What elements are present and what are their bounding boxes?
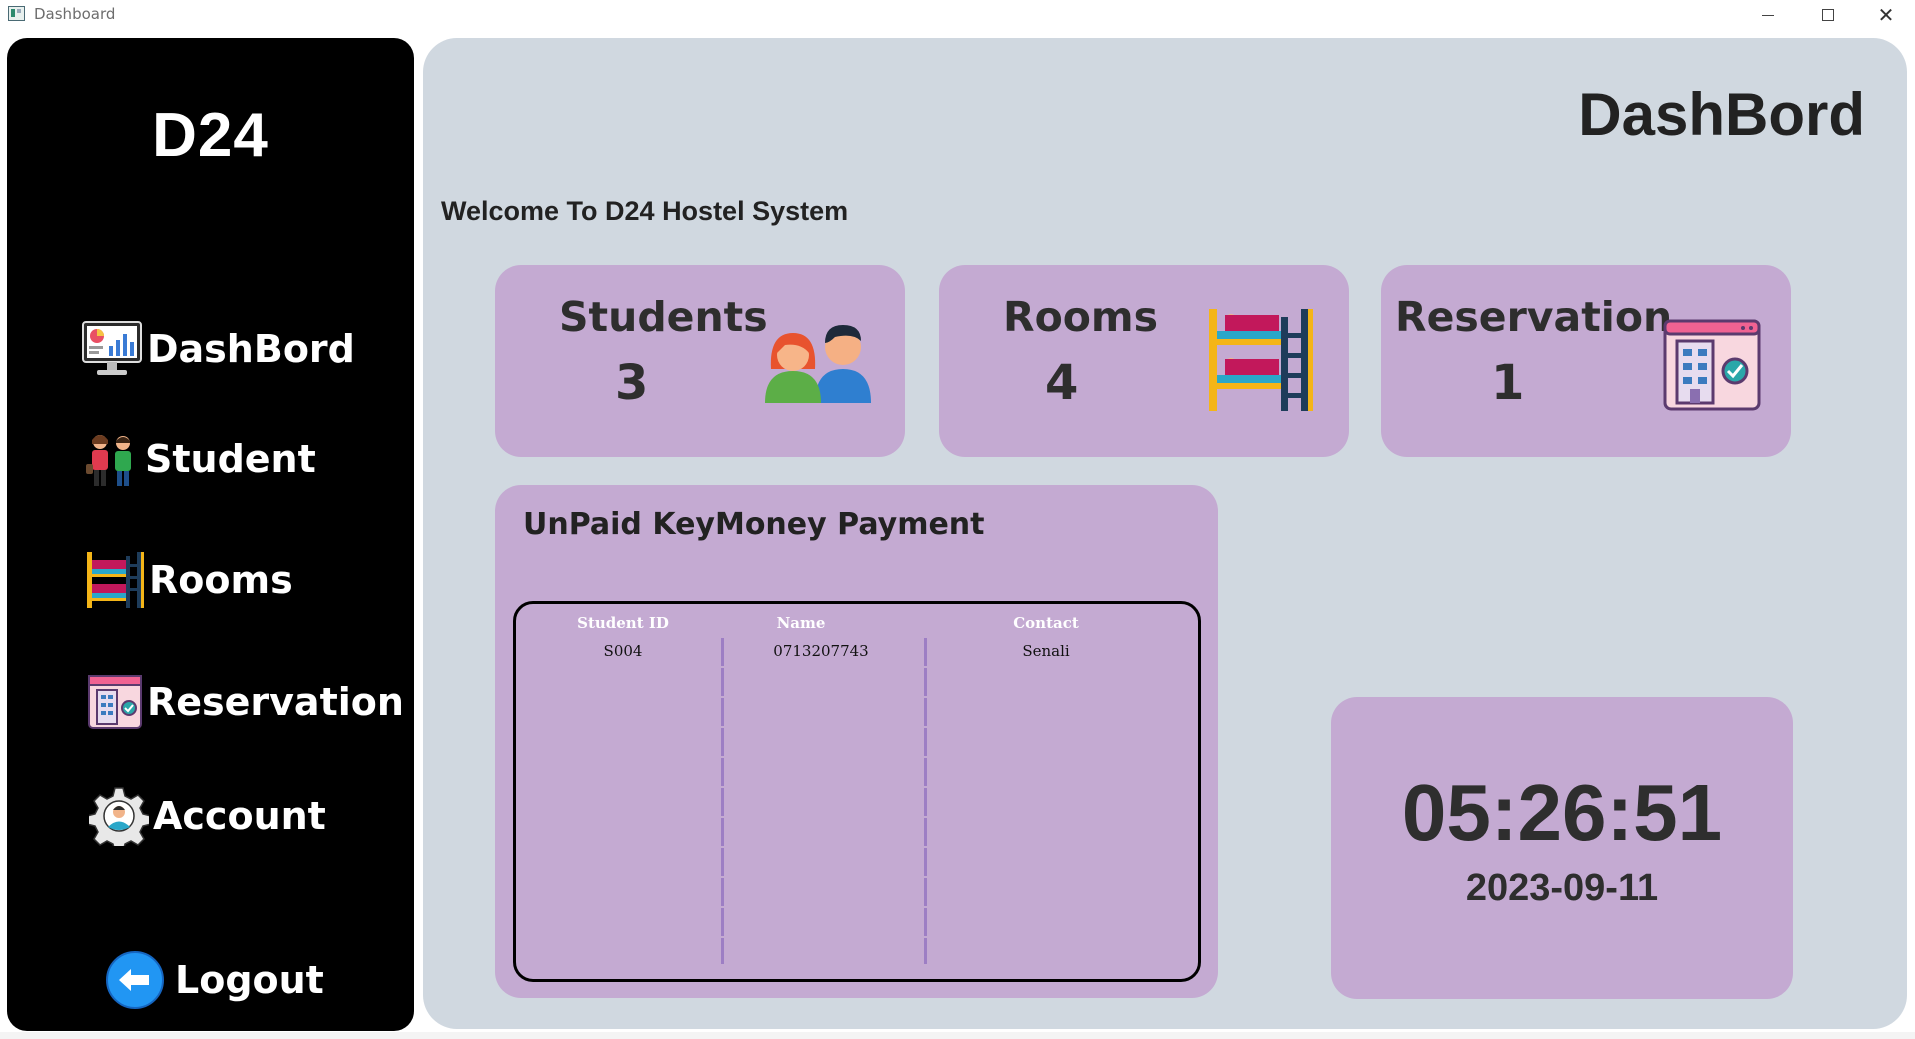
students-icon (765, 325, 871, 403)
cell-contact: Senali (1022, 642, 1070, 660)
bunk-bed-icon (87, 552, 144, 608)
close-button[interactable]: ✕ (1858, 0, 1914, 30)
sidebar-item-label: Account (153, 794, 326, 838)
sidebar: D24 DashBord Student Rooms Reservation A… (7, 38, 414, 1031)
brand-logo: D24 (152, 101, 269, 170)
cell-student-id: S004 (603, 642, 643, 660)
card-count: 3 (615, 355, 649, 411)
window-titlebar: Dashboard ✕ (0, 0, 1915, 30)
reservation-icon (1663, 319, 1761, 411)
window-title: Dashboard (34, 5, 116, 23)
maximize-icon (1822, 9, 1834, 21)
card-title: Students (559, 293, 768, 341)
window-bottom-edge (0, 1032, 1915, 1039)
sidebar-item-reservation[interactable]: Reservation (87, 674, 404, 730)
close-icon: ✕ (1877, 3, 1895, 27)
unpaid-keymoney-table[interactable]: Student ID Name Contact S004 0713207743 … (513, 601, 1201, 982)
minimize-icon (1762, 14, 1774, 16)
column-separator (721, 638, 724, 964)
reservation-card: Reservation 1 (1381, 265, 1791, 457)
page-title: DashBord (1578, 81, 1865, 148)
sidebar-item-label: DashBord (147, 327, 355, 371)
card-title: Reservation (1395, 293, 1673, 341)
maximize-button[interactable] (1800, 0, 1856, 30)
card-title: Rooms (1003, 293, 1159, 341)
column-header-name[interactable]: Name (716, 614, 886, 632)
account-gear-icon (89, 787, 149, 846)
unpaid-keymoney-card: UnPaid KeyMoney Payment Student ID Name … (495, 485, 1218, 998)
card-count: 4 (1045, 355, 1079, 411)
main-panel: DashBord Welcome To D24 Hostel System St… (423, 38, 1907, 1029)
clock-card: 05:26:51 2023-09-11 (1331, 697, 1793, 999)
app-icon (8, 6, 25, 21)
students-icon (86, 435, 131, 486)
rooms-card: Rooms 4 (939, 265, 1349, 457)
bunk-bed-icon (1209, 309, 1313, 411)
minimize-button[interactable] (1740, 0, 1796, 30)
students-card: Students 3 (495, 265, 905, 457)
cell-name: 0713207743 (773, 642, 869, 660)
sidebar-item-label: Reservation (147, 680, 404, 724)
reservation-icon (88, 675, 142, 729)
sidebar-item-rooms[interactable]: Rooms (85, 550, 293, 610)
sidebar-item-dashbord[interactable]: DashBord (81, 320, 355, 378)
sidebar-item-label: Rooms (149, 558, 293, 602)
column-header-student-id[interactable]: Student ID (556, 614, 690, 632)
column-separator (924, 638, 927, 964)
welcome-text: Welcome To D24 Hostel System (441, 196, 849, 226)
dashboard-monitor-icon (82, 321, 142, 375)
logout-label: Logout (175, 958, 324, 1002)
sidebar-item-label: Student (145, 437, 316, 481)
sidebar-item-student[interactable]: Student (83, 430, 316, 488)
back-arrow-icon (106, 951, 164, 1009)
clock-time: 05:26:51 (1401, 768, 1723, 857)
card-count: 1 (1491, 355, 1525, 411)
sidebar-item-account[interactable]: Account (89, 786, 326, 846)
unpaid-keymoney-title: UnPaid KeyMoney Payment (523, 507, 985, 542)
column-header-contact[interactable]: Contact (936, 614, 1156, 632)
logout-button[interactable]: Logout (105, 950, 324, 1010)
clock-date: 2023-09-11 (1465, 867, 1659, 909)
